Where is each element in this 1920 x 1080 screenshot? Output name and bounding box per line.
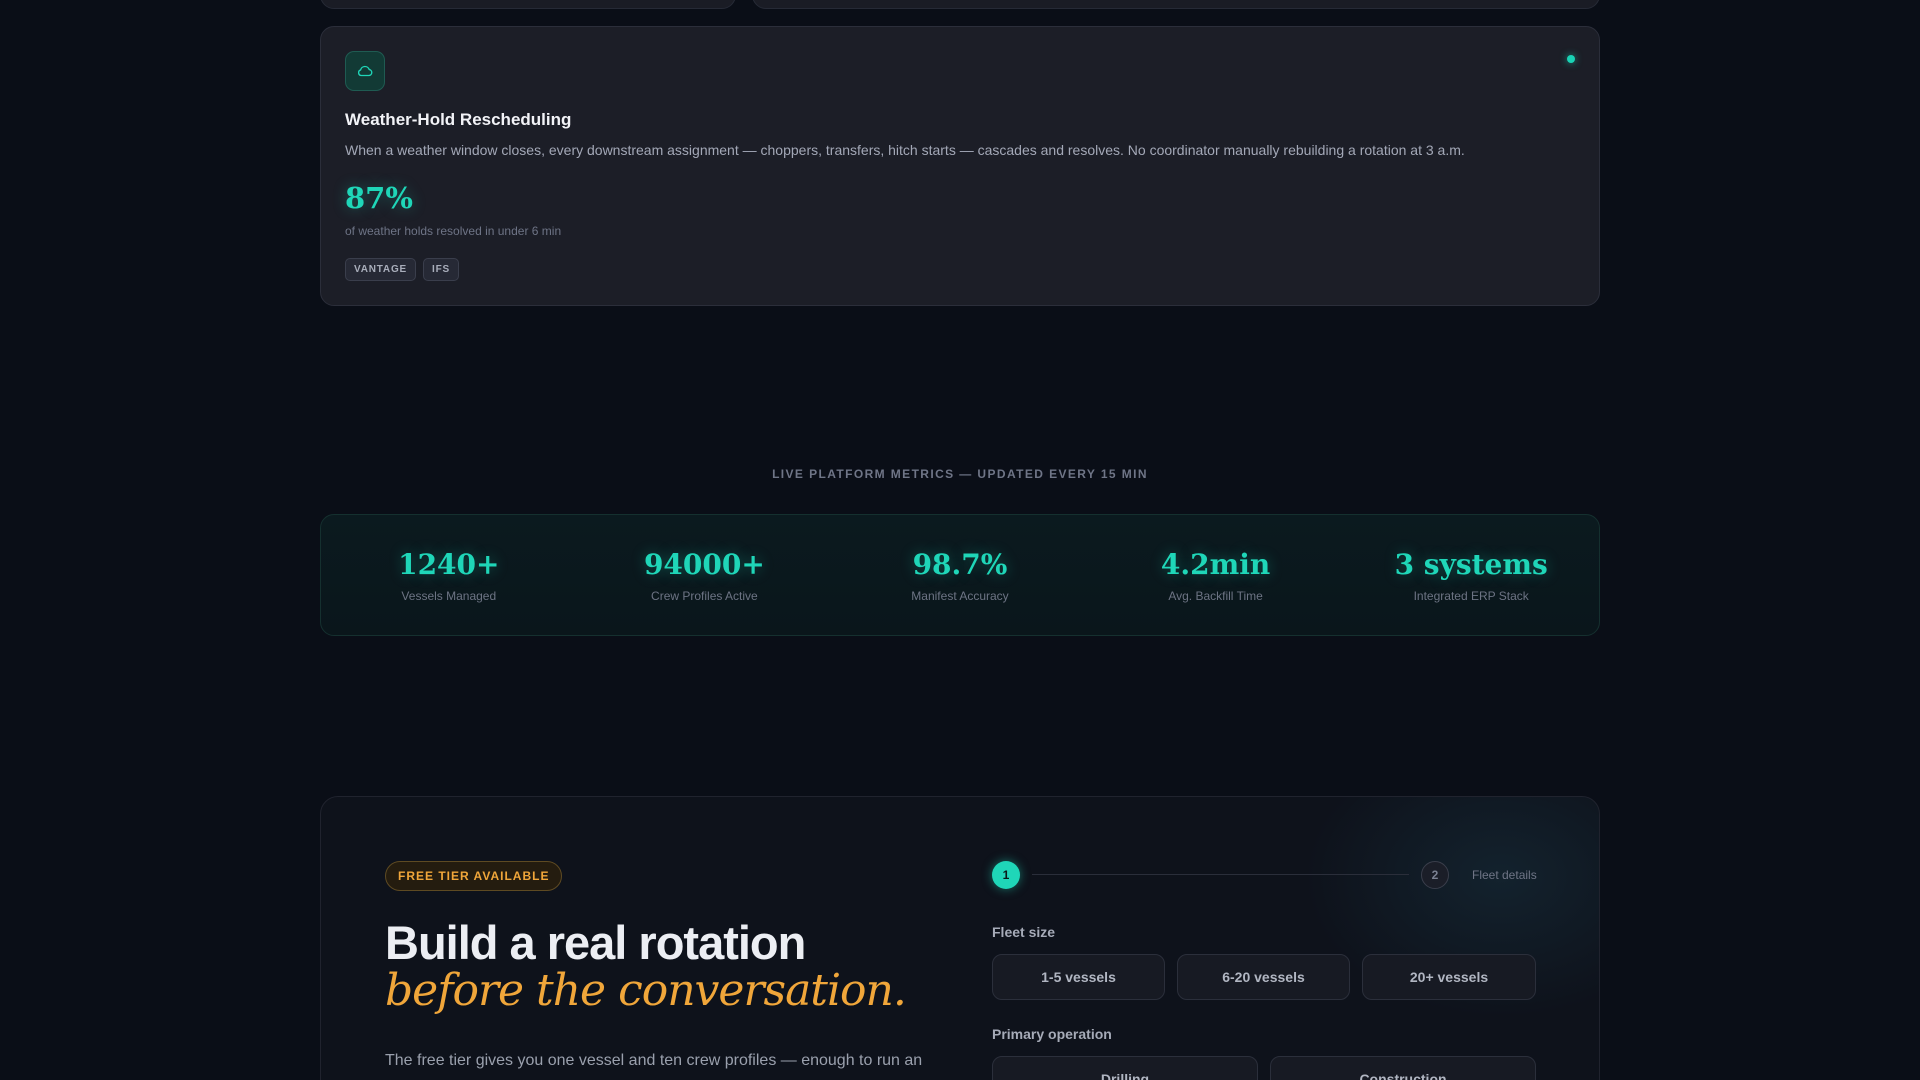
metric-value: 1240+: [398, 547, 500, 581]
feature-stat-value: 87%: [345, 181, 413, 215]
operation-option-drilling[interactable]: Drilling: [992, 1056, 1258, 1080]
metric-manifest-accuracy: 98.7% Manifest Accuracy: [832, 548, 1088, 603]
step-connector: [1032, 874, 1409, 875]
fleet-size-label: Fleet size: [992, 924, 1056, 940]
tag-ifs: IFS: [423, 258, 459, 281]
feature-title: Weather-Hold Rescheduling: [345, 110, 572, 129]
metric-value: 98.7%: [912, 547, 1008, 581]
metric-value: 3 systems: [1394, 547, 1548, 581]
signup-headline-accent: before the conversation.: [385, 965, 907, 1016]
metric-label: Crew Profiles Active: [651, 588, 758, 603]
tag-vantage: VANTAGE: [345, 258, 417, 281]
cloud-icon: [345, 51, 385, 91]
metric-backfill-time: 4.2min Avg. Backfill Time: [1088, 548, 1344, 603]
metrics-panel: 1240+ Vessels Managed 94000+ Crew Profil…: [320, 514, 1600, 636]
metric-value: 4.2min: [1160, 547, 1271, 581]
previous-card-left: [320, 0, 736, 9]
feature-stat-label: of weather holds resolved in under 6 min: [345, 224, 562, 238]
step-2-label: Fleet details: [1472, 868, 1537, 882]
fleet-size-option-20-plus[interactable]: 20+ vessels: [1362, 954, 1536, 1000]
free-tier-badge: FREE TIER AVAILABLE: [385, 861, 563, 891]
signup-card: FREE TIER AVAILABLE Build a real rotatio…: [320, 796, 1600, 1080]
previous-card-right: [752, 0, 1600, 9]
metric-value: 94000+: [643, 547, 765, 581]
signup-headline: Build a real rotation: [385, 916, 806, 969]
signup-description: The free tier gives you one vessel and t…: [385, 1052, 923, 1069]
feature-tags: VANTAGE IFS: [345, 258, 459, 281]
step-2-indicator: 2: [1421, 861, 1449, 889]
fleet-size-option-1-5[interactable]: 1-5 vessels: [992, 954, 1165, 1000]
metric-erp-stack: 3 systems Integrated ERP Stack: [1343, 548, 1599, 603]
form-stepper: 1 2 Fleet details: [992, 861, 1538, 889]
metric-label: Avg. Backfill Time: [1168, 588, 1263, 603]
metrics-heading: LIVE PLATFORM METRICS — UPDATED EVERY 15…: [772, 467, 1148, 481]
primary-operation-label: Primary operation: [992, 1026, 1112, 1042]
feature-card-weather-hold: Weather-Hold Rescheduling When a weather…: [320, 26, 1600, 306]
metric-label: Integrated ERP Stack: [1413, 588, 1529, 603]
feature-description: When a weather window closes, every down…: [345, 142, 1465, 158]
metric-label: Manifest Accuracy: [911, 588, 1009, 603]
step-1-indicator: 1: [992, 861, 1020, 889]
metric-crew-profiles: 94000+ Crew Profiles Active: [577, 548, 833, 603]
operation-option-construction[interactable]: Construction: [1270, 1056, 1536, 1080]
metric-vessels: 1240+ Vessels Managed: [321, 548, 577, 603]
metric-label: Vessels Managed: [401, 588, 497, 603]
status-dot: [1567, 55, 1575, 63]
fleet-size-option-6-20[interactable]: 6-20 vessels: [1177, 954, 1350, 1000]
